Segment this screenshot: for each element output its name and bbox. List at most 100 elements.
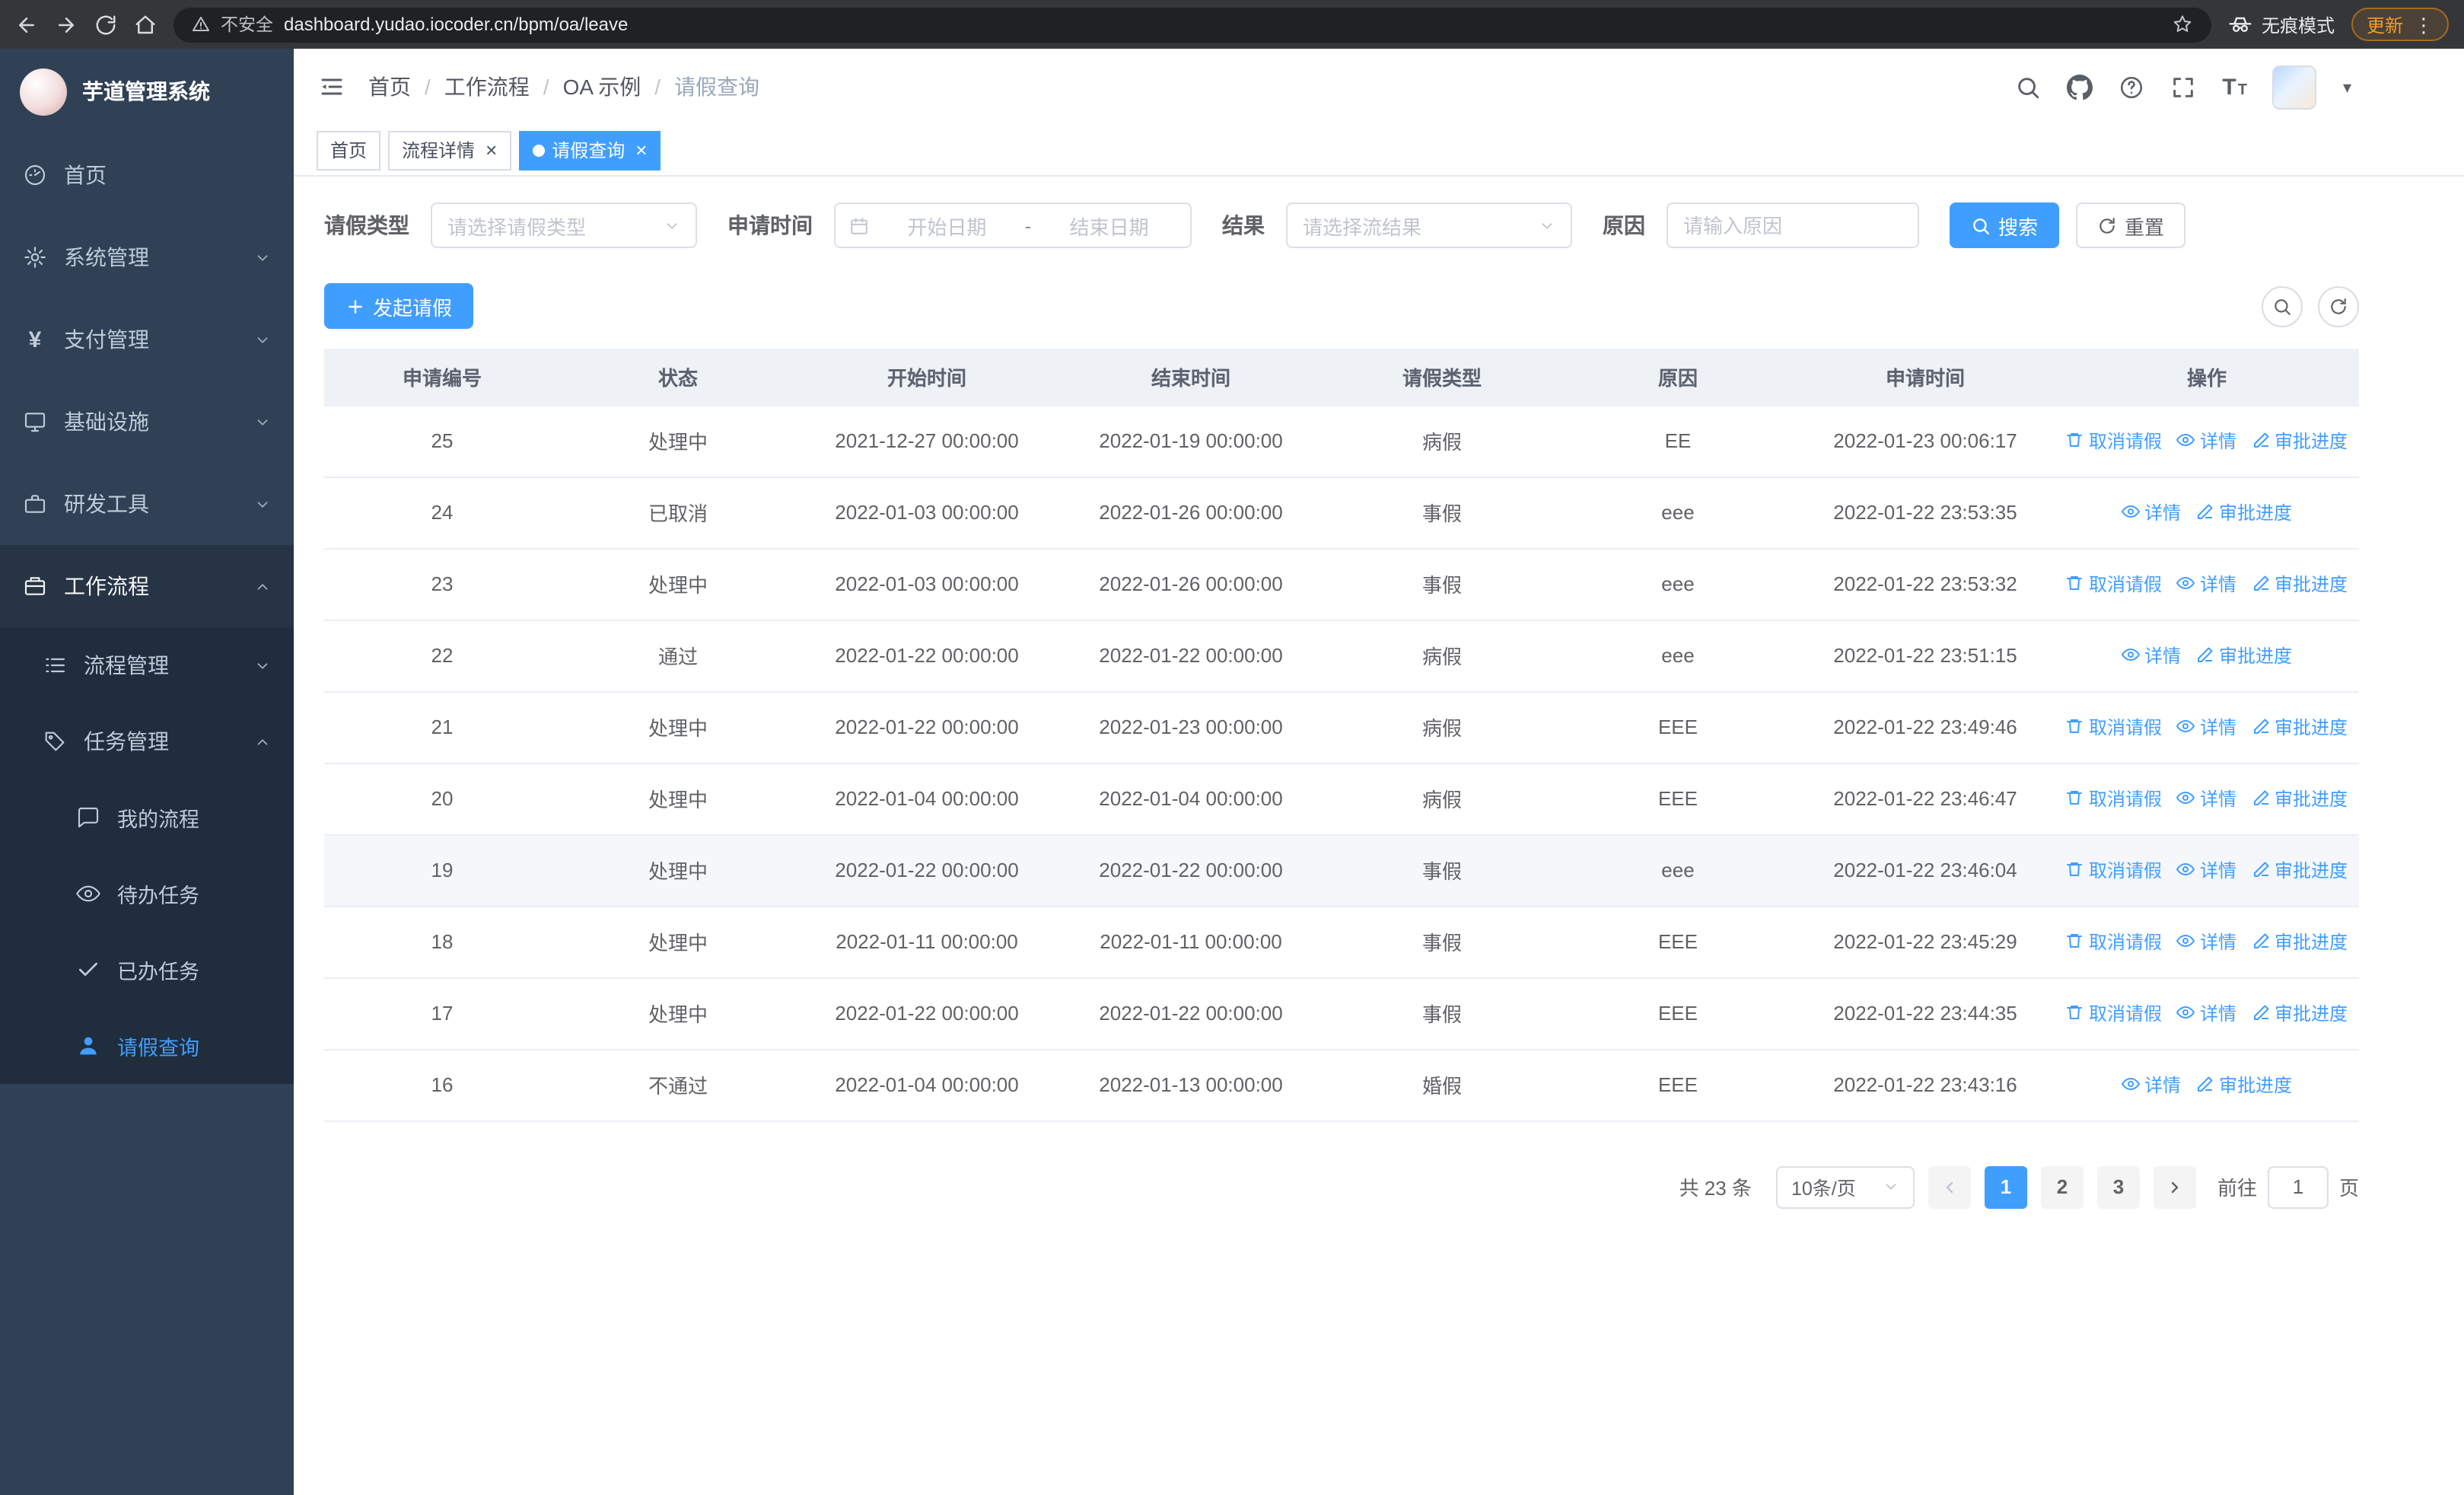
sidebar-item-home[interactable]: 首页: [0, 134, 294, 216]
incognito-icon: [2228, 12, 2252, 37]
sidebar-item-leave-query[interactable]: 请假查询: [0, 1008, 294, 1084]
fullscreen-icon[interactable]: [2170, 74, 2196, 100]
forward-button[interactable]: [55, 13, 78, 36]
detail-link[interactable]: 详情: [2176, 929, 2236, 955]
tag-leave-query[interactable]: 请假查询 ×: [518, 130, 661, 170]
detail-link[interactable]: 详情: [2176, 786, 2236, 811]
sidebar-item-my-process[interactable]: 我的流程: [0, 779, 294, 856]
reset-button[interactable]: 重置: [2076, 202, 2186, 248]
github-icon[interactable]: [2067, 74, 2093, 100]
caret-down-icon[interactable]: ▾: [2343, 77, 2351, 97]
sidebar-item-done-tasks[interactable]: 已办任务: [0, 932, 294, 1008]
sidebar-item-workflow[interactable]: 工作流程: [0, 545, 294, 627]
update-chip[interactable]: 更新 ⋮: [2351, 8, 2449, 41]
logo[interactable]: 芋道管理系统: [0, 49, 294, 134]
goto-page-input[interactable]: [2267, 1165, 2329, 1208]
approval-progress-link[interactable]: 审批进度: [2252, 929, 2348, 955]
approval-progress-link[interactable]: 审批进度: [2252, 857, 2348, 883]
sidebar-item-infrastructure[interactable]: 基础设施: [0, 381, 294, 463]
approval-progress-link[interactable]: 审批进度: [2196, 1072, 2292, 1098]
close-icon[interactable]: ×: [635, 140, 647, 160]
avatar[interactable]: [2272, 65, 2317, 109]
page-size-select[interactable]: 10条/页: [1775, 1165, 1915, 1208]
security-label[interactable]: 不安全: [221, 12, 273, 37]
sidebar-item-label: 已办任务: [117, 961, 199, 983]
tag-home[interactable]: 首页: [317, 130, 381, 170]
detail-link[interactable]: 详情: [2176, 428, 2236, 454]
refresh-button[interactable]: [2318, 285, 2359, 327]
cancel-leave-link[interactable]: 取消请假: [2066, 929, 2162, 955]
page-button-1[interactable]: 1: [1984, 1165, 2027, 1208]
pen-icon: [2252, 932, 2270, 951]
reload-button[interactable]: [94, 13, 117, 36]
cancel-leave-link[interactable]: 取消请假: [2066, 571, 2162, 597]
font-size-icon[interactable]: TT: [2222, 75, 2247, 98]
tag-process-detail[interactable]: 流程详情 ×: [388, 130, 511, 170]
start-date-placeholder[interactable]: 开始日期: [880, 211, 1014, 240]
approval-progress-link[interactable]: 审批进度: [2252, 786, 2348, 811]
detail-link[interactable]: 详情: [2121, 642, 2181, 668]
sidebar-item-payment-mgmt[interactable]: ¥ 支付管理: [0, 298, 294, 381]
search-button-label: 搜索: [1998, 215, 2039, 238]
page-button-3[interactable]: 3: [2096, 1165, 2140, 1208]
toggle-search-button[interactable]: [2262, 285, 2303, 327]
sidebar-item-system-mgmt[interactable]: 系统管理: [0, 216, 294, 298]
cell-actions: 取消请假 详情 审批进度: [2055, 834, 2359, 907]
detail-link[interactable]: 详情: [2176, 714, 2236, 740]
sidebar-item-label: 系统管理: [64, 245, 149, 269]
sidebar-item-task-mgmt[interactable]: 任务管理: [0, 703, 294, 779]
bookmark-star-icon[interactable]: [2172, 14, 2193, 35]
sidebar-item-todo-tasks[interactable]: 待办任务: [0, 856, 294, 932]
search-button[interactable]: 搜索: [1950, 202, 2060, 248]
cancel-leave-link[interactable]: 取消请假: [2066, 428, 2162, 454]
leave-type-select[interactable]: 请选择请假类型: [431, 202, 697, 248]
cancel-leave-link[interactable]: 取消请假: [2066, 714, 2162, 740]
detail-link[interactable]: 详情: [2176, 1000, 2236, 1026]
prev-page-button[interactable]: [1928, 1165, 1971, 1208]
breadcrumb-item[interactable]: 首页: [368, 72, 411, 102]
cell-id: 19: [324, 834, 560, 907]
detail-link[interactable]: 详情: [2121, 1072, 2181, 1098]
home-button[interactable]: [134, 13, 157, 36]
approval-progress-link[interactable]: 审批进度: [2252, 428, 2348, 454]
chevron-down-icon: [664, 217, 680, 234]
cell-type: 事假: [1324, 477, 1560, 549]
collapse-menu-icon[interactable]: [318, 73, 345, 100]
eye-icon: [76, 881, 100, 906]
next-page-button[interactable]: [2153, 1165, 2196, 1208]
cancel-leave-link[interactable]: 取消请假: [2066, 1000, 2162, 1026]
page-button-2[interactable]: 2: [2040, 1165, 2084, 1208]
date-range-picker[interactable]: 开始日期 - 结束日期: [834, 202, 1192, 248]
sidebar-item-process-mgmt[interactable]: 流程管理: [0, 627, 294, 703]
detail-link[interactable]: 详情: [2121, 499, 2181, 525]
cell-status: 处理中: [560, 834, 796, 907]
result-select[interactable]: 请选择流结果: [1286, 202, 1572, 248]
approval-progress-link[interactable]: 审批进度: [2252, 1000, 2348, 1026]
sidebar-item-dev-tools[interactable]: 研发工具: [0, 463, 294, 545]
back-button[interactable]: [15, 13, 38, 36]
create-leave-button[interactable]: 发起请假: [324, 283, 474, 329]
approval-progress-link[interactable]: 审批进度: [2196, 499, 2292, 525]
browser-menu-icon[interactable]: ⋮: [2414, 14, 2434, 34]
help-icon[interactable]: [2119, 74, 2144, 100]
close-icon[interactable]: ×: [485, 140, 497, 160]
detail-link[interactable]: 详情: [2176, 857, 2236, 883]
approval-progress-link[interactable]: 审批进度: [2252, 714, 2348, 740]
goto-page: 前往 页: [2217, 1165, 2359, 1208]
breadcrumb-separator: /: [654, 75, 661, 99]
end-date-placeholder[interactable]: 结束日期: [1042, 211, 1176, 240]
cell-type: 事假: [1324, 548, 1560, 620]
breadcrumb-item[interactable]: OA 示例: [563, 72, 641, 102]
url-text[interactable]: dashboard.yudao.iocoder.cn/bpm/oa/leave: [284, 14, 628, 35]
reason-input[interactable]: [1667, 202, 1919, 248]
cancel-leave-link[interactable]: 取消请假: [2066, 786, 2162, 811]
table-row-22: 22 通过 2022-01-22 00:00:00 2022-01-22 00:00:…: [324, 620, 2359, 692]
approval-progress-link[interactable]: 审批进度: [2196, 642, 2292, 668]
detail-link[interactable]: 详情: [2176, 571, 2236, 597]
address-bar[interactable]: 不安全 dashboard.yudao.iocoder.cn/bpm/oa/le…: [173, 7, 2211, 42]
search-icon[interactable]: [2015, 74, 2041, 100]
total-count: 共 23 条: [1679, 1177, 1752, 1200]
approval-progress-link[interactable]: 审批进度: [2252, 571, 2348, 597]
breadcrumb-item[interactable]: 工作流程: [444, 72, 530, 102]
cancel-leave-link[interactable]: 取消请假: [2066, 857, 2162, 883]
